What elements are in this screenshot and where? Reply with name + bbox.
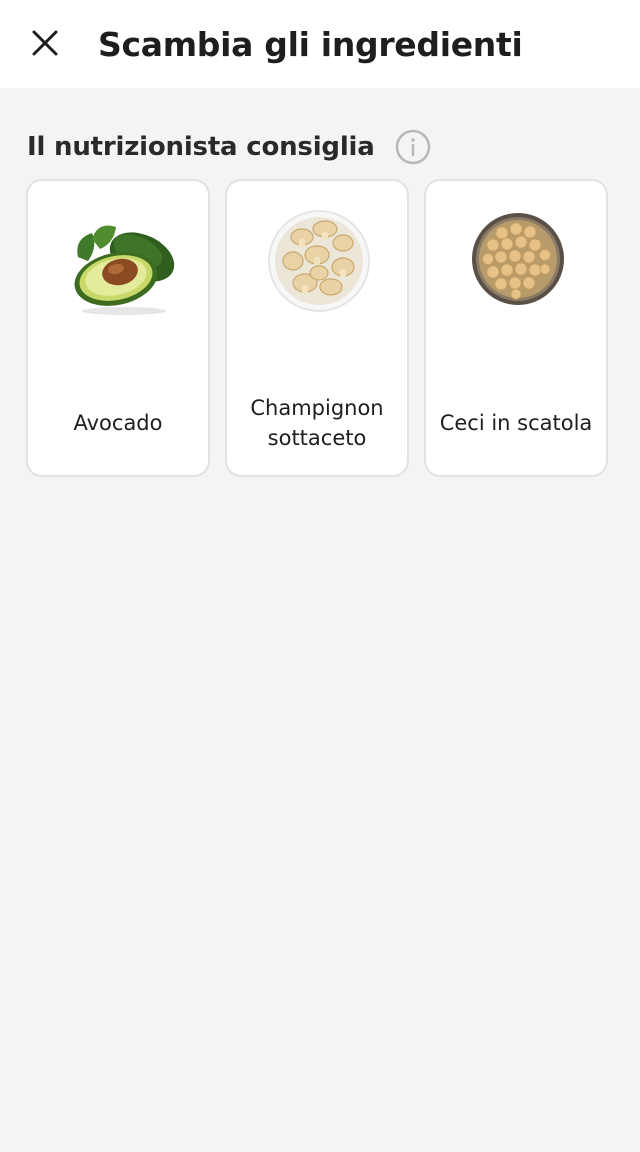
section-header: Il nutrizionista consiglia — [27, 126, 431, 168]
close-button[interactable] — [22, 20, 68, 66]
info-icon[interactable] — [395, 129, 431, 165]
close-icon[interactable] — [32, 30, 58, 56]
info-button[interactable] — [395, 129, 431, 165]
header: Scambia gli ingredienti — [0, 0, 640, 88]
ingredient-card-label: Champignon sottaceto — [250, 396, 384, 450]
ingredient-card-ceci[interactable]: Ceci in scatola — [424, 179, 608, 477]
pickled-mushrooms-image — [247, 199, 391, 323]
ingredient-card-champignon[interactable]: Champignon sottaceto — [225, 179, 409, 477]
ingredient-card-label: Ceci in scatola — [439, 411, 593, 435]
ingredient-card-avocado[interactable]: Avocado — [26, 179, 210, 477]
canned-chickpeas-image — [446, 199, 590, 323]
avocado-image — [48, 199, 192, 323]
section-title: Il nutrizionista consiglia — [27, 132, 375, 162]
ingredient-card-label: Avocado — [73, 411, 163, 435]
page-title: Scambia gli ingredienti — [98, 25, 523, 64]
suggestion-cards: Avocado Champignon sottaceto Ceci in sca… — [26, 179, 608, 477]
